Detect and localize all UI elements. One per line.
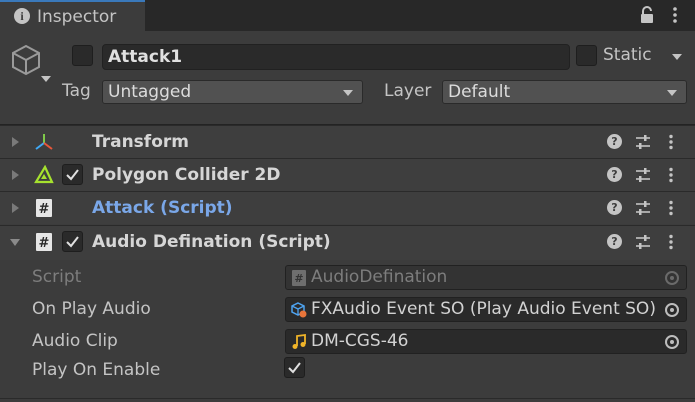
component-menu-icon[interactable]	[668, 167, 674, 183]
tab-title: Inspector	[37, 7, 117, 27]
static-dropdown-arrow[interactable]	[672, 54, 682, 60]
transform-icon	[35, 134, 53, 150]
script-field: # AudioDefination	[285, 265, 687, 290]
tab-menu-icon[interactable]	[672, 6, 678, 24]
icon-dropdown-arrow[interactable]	[41, 76, 51, 82]
svg-text:#: #	[294, 272, 303, 285]
component-transform[interactable]: Transform ?	[0, 125, 695, 158]
object-picker-icon[interactable]	[665, 335, 679, 349]
component-audio-defination-script[interactable]: # Audio Defination (Script) ?	[0, 225, 695, 260]
static-label: Static	[603, 45, 652, 65]
info-icon: i	[14, 8, 30, 24]
audio-clip-value: DM-CGS-46	[311, 331, 409, 351]
enabled-checkbox[interactable]	[62, 164, 83, 185]
svg-text:#: #	[39, 202, 50, 217]
component-polygon-collider-2d[interactable]: Polygon Collider 2D ?	[0, 158, 695, 191]
script-icon: #	[36, 199, 52, 217]
component-menu-icon[interactable]	[668, 234, 674, 250]
object-picker-icon	[665, 271, 679, 285]
lock-icon[interactable]	[640, 6, 654, 24]
layer-dropdown[interactable]: Default	[442, 80, 687, 104]
script-label: Script	[32, 267, 82, 287]
audio-clip-field[interactable]: DM-CGS-46	[285, 329, 687, 354]
help-icon[interactable]: ?	[607, 167, 622, 182]
play-on-enable-checkbox[interactable]	[284, 357, 305, 378]
gameobject-cube-icon[interactable]	[11, 44, 41, 76]
layer-label: Layer	[384, 81, 432, 101]
script-icon: #	[292, 270, 306, 286]
chevron-down-icon	[343, 90, 353, 96]
foldout-arrow-icon[interactable]	[10, 239, 20, 246]
audio-clip-icon	[292, 334, 306, 349]
component-attack-script[interactable]: # Attack (Script) ?	[0, 191, 695, 224]
layer-value: Default	[448, 82, 511, 102]
preset-icon[interactable]	[635, 200, 651, 216]
tag-dropdown[interactable]: Untagged	[102, 80, 363, 104]
foldout-arrow-icon[interactable]	[12, 203, 19, 213]
script-icon: #	[36, 233, 52, 251]
polygon-collider-icon	[34, 165, 54, 184]
foldout-arrow-icon[interactable]	[12, 137, 19, 147]
divider	[0, 398, 695, 399]
component-name: Transform	[92, 132, 189, 152]
play-on-enable-label: Play On Enable	[32, 360, 161, 380]
checkmark-icon	[66, 236, 79, 248]
help-icon[interactable]: ?	[607, 200, 622, 215]
svg-text:#: #	[39, 236, 50, 251]
on-play-audio-field[interactable]: FXAudio Event SO (Play Audio Event SO)	[285, 297, 687, 322]
object-picker-icon[interactable]	[665, 303, 679, 317]
checkmark-icon	[66, 169, 79, 181]
tab-bar: i Inspector	[0, 0, 695, 31]
help-icon[interactable]: ?	[607, 134, 622, 149]
audio-clip-label: Audio Clip	[32, 331, 118, 351]
on-play-audio-label: On Play Audio	[32, 299, 151, 319]
component-menu-icon[interactable]	[668, 200, 674, 216]
enabled-checkbox[interactable]	[62, 231, 83, 252]
preset-icon[interactable]	[635, 167, 651, 183]
foldout-arrow-icon[interactable]	[12, 170, 19, 180]
tag-value: Untagged	[108, 82, 192, 102]
help-icon[interactable]: ?	[607, 234, 622, 249]
preset-icon[interactable]	[635, 234, 651, 250]
checkmark-icon	[288, 362, 301, 374]
audio-defination-properties: Script # AudioDefination On Play Audio F…	[0, 260, 695, 402]
component-name: Polygon Collider 2D	[92, 165, 281, 185]
component-menu-icon[interactable]	[668, 134, 674, 150]
gameobject-header: Attack1 Static Tag Untagged Layer Defaul…	[0, 31, 695, 125]
scriptable-object-icon	[291, 302, 307, 318]
static-checkbox[interactable]	[576, 45, 597, 66]
component-name: Audio Defination (Script)	[92, 232, 331, 252]
preset-icon[interactable]	[635, 134, 651, 150]
gameobject-name-field[interactable]: Attack1	[102, 44, 570, 70]
script-value: AudioDefination	[311, 267, 448, 287]
on-play-audio-value: FXAudio Event SO (Play Audio Event SO)	[311, 299, 656, 319]
tab-inspector[interactable]: i Inspector	[0, 0, 145, 31]
chevron-down-icon	[667, 90, 677, 96]
active-checkbox[interactable]	[72, 45, 93, 66]
tag-label: Tag	[62, 81, 91, 101]
component-name: Attack (Script)	[92, 198, 233, 218]
